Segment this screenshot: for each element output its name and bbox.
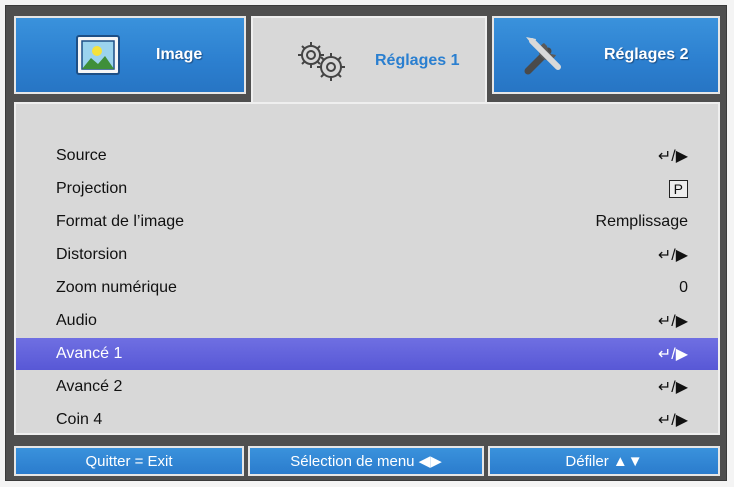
menu-item-label: Avancé 2 <box>56 378 123 395</box>
image-icon <box>76 35 120 75</box>
zoom-value: 0 <box>679 279 688 296</box>
menu-item-audio[interactable]: Audio ↵/▶ <box>16 305 718 337</box>
menu-item-label: Projection <box>56 180 128 197</box>
projection-mode-value: P <box>668 180 688 198</box>
enter-arrow-icon: ↵/▶ <box>657 148 688 165</box>
format-value: Remplissage <box>595 213 688 230</box>
tab-image-label: Image <box>156 46 203 63</box>
footer-scroll[interactable]: Défiler ▲▼ <box>488 446 720 476</box>
footer-select-label: Sélection de menu ◀▶ <box>290 453 442 470</box>
menu-item-label: Avancé 1 <box>56 345 123 362</box>
enter-arrow-icon: ↵/▶ <box>657 247 688 264</box>
enter-arrow-icon: ↵/▶ <box>657 313 688 330</box>
enter-arrow-icon: ↵/▶ <box>657 412 688 429</box>
menu-item-avance-2[interactable]: Avancé 2 ↵/▶ <box>16 371 718 403</box>
menu-item-label: Audio <box>56 312 97 329</box>
footer-exit[interactable]: Quitter = Exit <box>14 446 244 476</box>
menu-item-label: Coin 4 <box>56 411 103 428</box>
menu-item-distorsion[interactable]: Distorsion ↵/▶ <box>16 239 718 271</box>
menu-item-label: Format de l’image <box>56 213 185 230</box>
menu-item-source[interactable]: Source ↵/▶ <box>16 140 718 172</box>
tab-reglages-2-label: Réglages 2 <box>604 46 689 63</box>
menu-item-avance-1[interactable]: Avancé 1 ↵/▶ <box>16 338 718 370</box>
gears-icon <box>293 39 351 83</box>
menu-item-coin-4[interactable]: Coin 4 ↵/▶ <box>16 404 718 436</box>
tab-reglages-2[interactable]: Réglages 2 <box>492 16 720 94</box>
osd-menu: Image Réglages 1 Réglages 2 Source ↵/▶ P… <box>5 5 727 481</box>
menu-item-zoom-numerique[interactable]: Zoom numérique 0 <box>16 272 718 304</box>
enter-arrow-icon: ↵/▶ <box>657 346 688 363</box>
tab-reglages-1-label: Réglages 1 <box>375 52 460 69</box>
tools-icon <box>522 33 566 77</box>
menu-item-label: Source <box>56 147 107 164</box>
enter-arrow-icon: ↵/▶ <box>657 379 688 396</box>
footer-exit-label: Quitter = Exit <box>85 452 173 470</box>
menu-item-label: Zoom numérique <box>56 279 177 296</box>
tab-image[interactable]: Image <box>14 16 246 94</box>
menu-item-format-image[interactable]: Format de l’image Remplissage <box>16 206 718 238</box>
footer-scroll-label: Défiler ▲▼ <box>565 452 643 470</box>
menu-item-label: Distorsion <box>56 246 128 263</box>
tab-reglages-1[interactable]: Réglages 1 <box>251 16 487 104</box>
footer-menu-select[interactable]: Sélection de menu ◀▶ <box>248 446 484 476</box>
menu-item-projection[interactable]: Projection P <box>16 173 718 205</box>
menu-panel: Source ↵/▶ Projection P Format de l’imag… <box>14 102 720 435</box>
